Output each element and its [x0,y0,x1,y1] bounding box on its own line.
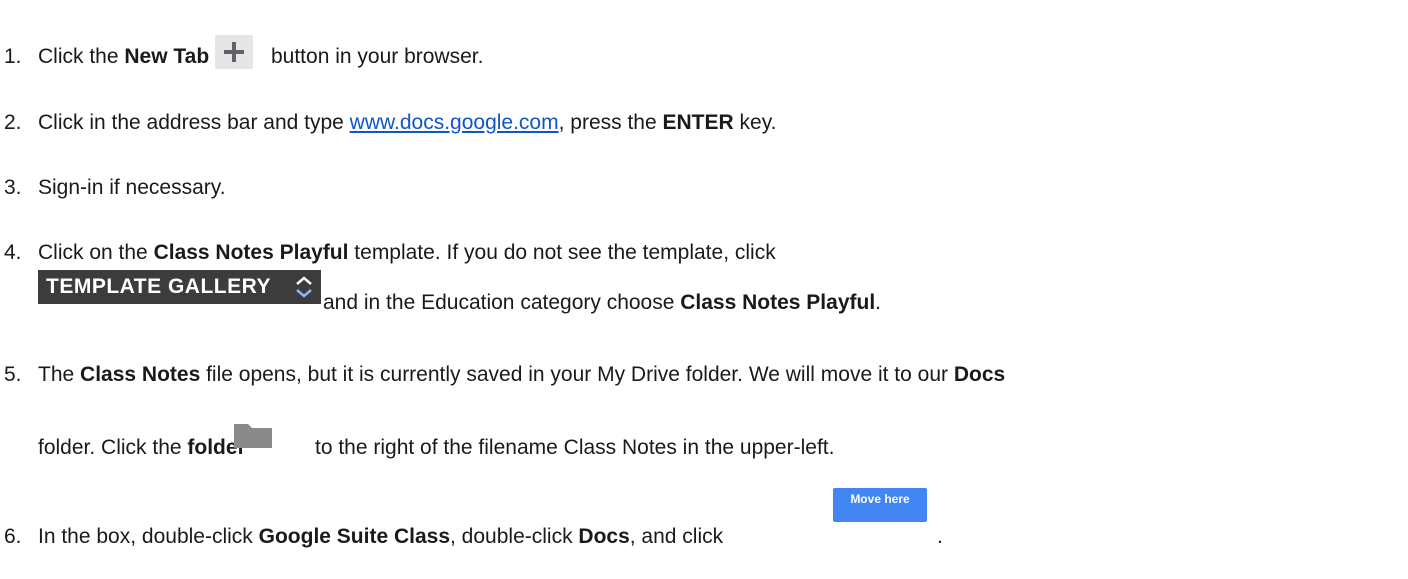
step-5: 5. The Class Notes file opens, but it is … [0,362,1005,388]
step-3: 3. Sign-in if necessary. [0,175,226,201]
step-number: 1. [4,45,22,68]
step-text: folder. Click the [38,436,188,459]
plus-icon[interactable] [215,35,254,69]
step-6: 6. In the box, double-click Google Suite … [0,524,723,550]
step-bold: Class Notes [80,363,201,386]
step-text: The [38,363,81,386]
step-1: 1. Click the New Tab button in your brows… [0,35,483,70]
step-bold: Docs [578,525,630,548]
chevron-up-down-icon[interactable] [293,274,315,300]
step-text: . [875,291,881,314]
step-text: to the right of the filename Class Notes… [315,436,835,459]
step-text: Sign-in if necessary. [38,176,226,199]
step-text: Click the [38,45,125,68]
move-here-button[interactable]: Move here [833,488,927,522]
step-text: In the box, double-click [38,525,259,548]
step-5-line-2: folder. Click the folder [38,435,246,461]
step-2: 2. Click in the address bar and type www.… [0,110,776,136]
docs-link[interactable]: www.docs.google.com [350,111,559,134]
template-gallery-label: TEMPLATE GALLERY [46,275,271,298]
step-4: 4. Click on the Class Notes Playful templ… [0,240,776,266]
step-text: file opens, but it is currently saved in… [200,363,954,386]
template-gallery-button[interactable]: TEMPLATE GALLERY [38,270,321,304]
step-bold: Class Notes Playful [680,291,876,314]
step-text: , press the [558,111,663,134]
step-text: button in your browser. [265,45,484,68]
step-text: and in the Education category choose [323,291,681,314]
step-bold: ENTER [662,111,734,134]
step-number: 3. [4,176,22,199]
step-bold: Class Notes Playful [153,241,349,264]
step-text: , and click [629,525,724,548]
step-text: Click in the address bar and type [38,111,350,134]
step-bold: Google Suite Class [258,525,451,548]
step-4-continuation: and in the Education category choose Cla… [323,290,881,316]
folder-icon[interactable] [232,420,274,450]
step-text: template. If you do not see the template… [348,241,776,264]
step-bold: Docs [953,363,1006,386]
step-bold: New Tab [124,45,210,68]
step-number: 6. [4,525,22,548]
step-6-period: . [937,525,943,548]
step-number: 5. [4,363,22,386]
step-number: 2. [4,111,22,134]
step-text: key. [733,111,777,134]
step-number: 4. [4,241,22,264]
move-here-label: Move here [850,492,910,506]
step-5-line-2-end: to the right of the filename Class Notes… [315,435,834,461]
step-text: , double-click [450,525,579,548]
step-text: Click on the [38,241,154,264]
